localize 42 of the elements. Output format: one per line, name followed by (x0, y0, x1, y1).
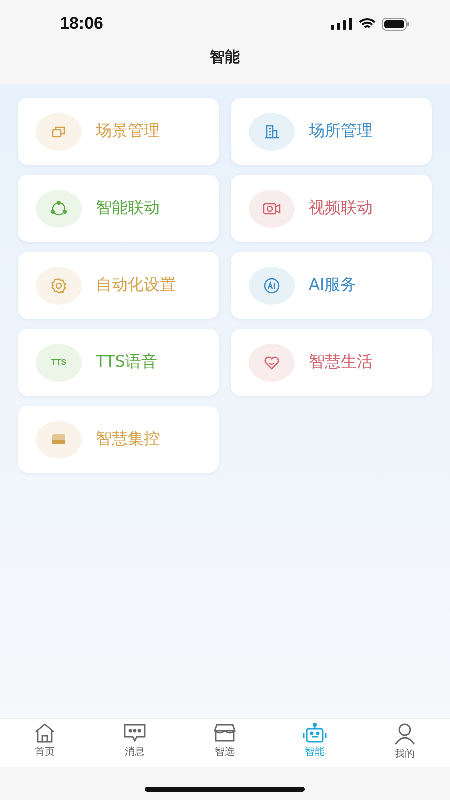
screen-icon (52, 434, 66, 445)
feature-card[interactable]: 视频联动 (231, 175, 432, 242)
feature-card[interactable]: 自动化设置 (18, 252, 219, 319)
home-icon (34, 723, 56, 743)
feature-card[interactable]: 场所管理 (231, 98, 432, 165)
gear-icon (51, 278, 67, 294)
person-icon (394, 723, 416, 745)
store-icon (214, 723, 236, 743)
building-icon (264, 124, 280, 138)
feature-card[interactable]: 场景管理 (18, 98, 219, 165)
card-label: 智慧集控 (96, 429, 160, 450)
status-time: 18:06 (60, 14, 104, 34)
card-label: 视频联动 (309, 198, 373, 219)
chat-icon (123, 723, 147, 743)
feature-card[interactable]: 智能联动 (18, 175, 219, 242)
robot-icon (303, 723, 327, 743)
tab-item[interactable]: 我的 (360, 723, 450, 767)
tab-item[interactable]: 首页 (0, 723, 90, 767)
wifi-icon (359, 18, 376, 30)
nodes-icon (50, 200, 68, 216)
tab-item[interactable]: 消息 (90, 723, 180, 767)
tab-item[interactable]: 智能 (270, 723, 360, 767)
signal-icon (331, 18, 353, 30)
feature-card[interactable]: TTS TTS语音 (18, 329, 219, 396)
feature-card[interactable]: 智慧集控 (18, 406, 219, 473)
ai-badge-icon (264, 278, 280, 294)
cubes-icon (52, 126, 66, 138)
card-label: 场景管理 (96, 121, 160, 142)
card-label: 场所管理 (309, 121, 373, 142)
card-label: AI服务 (309, 275, 357, 296)
page-title: 智能 (210, 48, 240, 67)
battery-icon (382, 18, 410, 30)
heart-icon (264, 356, 280, 370)
camera-icon (263, 202, 281, 214)
feature-card[interactable]: AI服务 (231, 252, 432, 319)
card-label: 自动化设置 (96, 275, 176, 296)
tab-item[interactable]: 智选 (180, 723, 270, 767)
card-label: TTS语音 (96, 352, 158, 373)
card-label: 智能联动 (96, 198, 160, 219)
feature-card[interactable]: 智慧生活 (231, 329, 432, 396)
card-label: 智慧生活 (309, 352, 373, 373)
tts-label: TTS (51, 358, 67, 367)
